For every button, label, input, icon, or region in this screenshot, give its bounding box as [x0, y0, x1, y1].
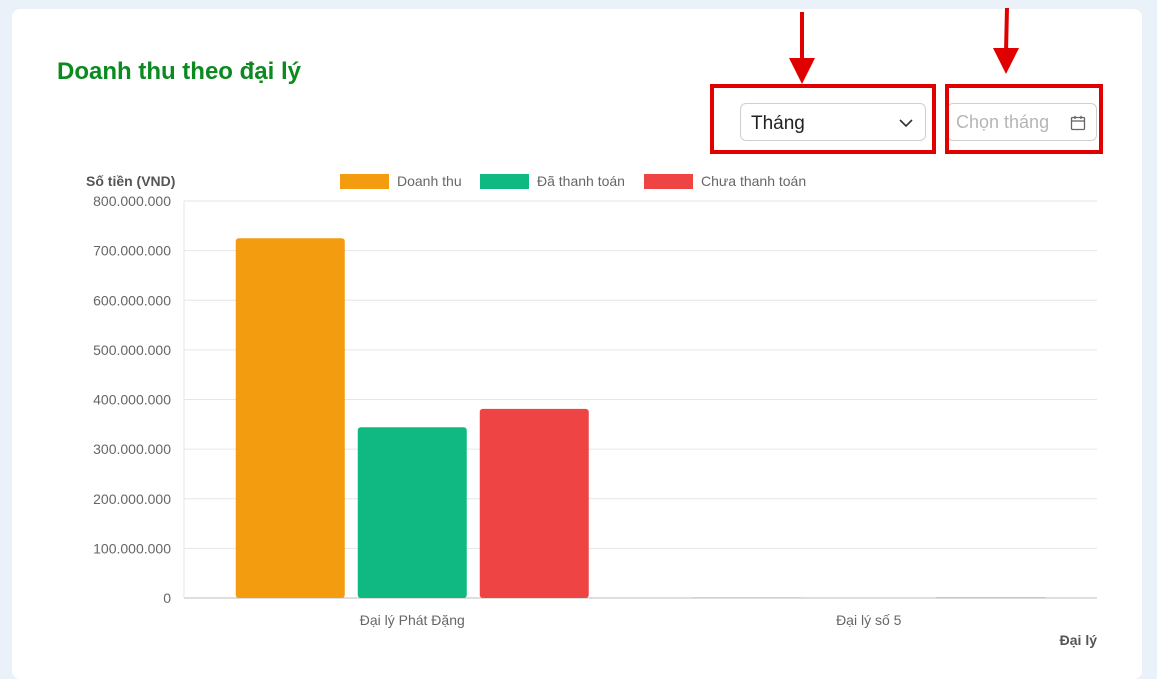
- red-arrow-icon: [993, 7, 1019, 74]
- month-picker-highlight: [945, 84, 1103, 154]
- red-arrow-icon: [789, 12, 815, 84]
- period-select-highlight: [710, 84, 936, 154]
- page-title: Doanh thu theo đại lý: [57, 58, 301, 85]
